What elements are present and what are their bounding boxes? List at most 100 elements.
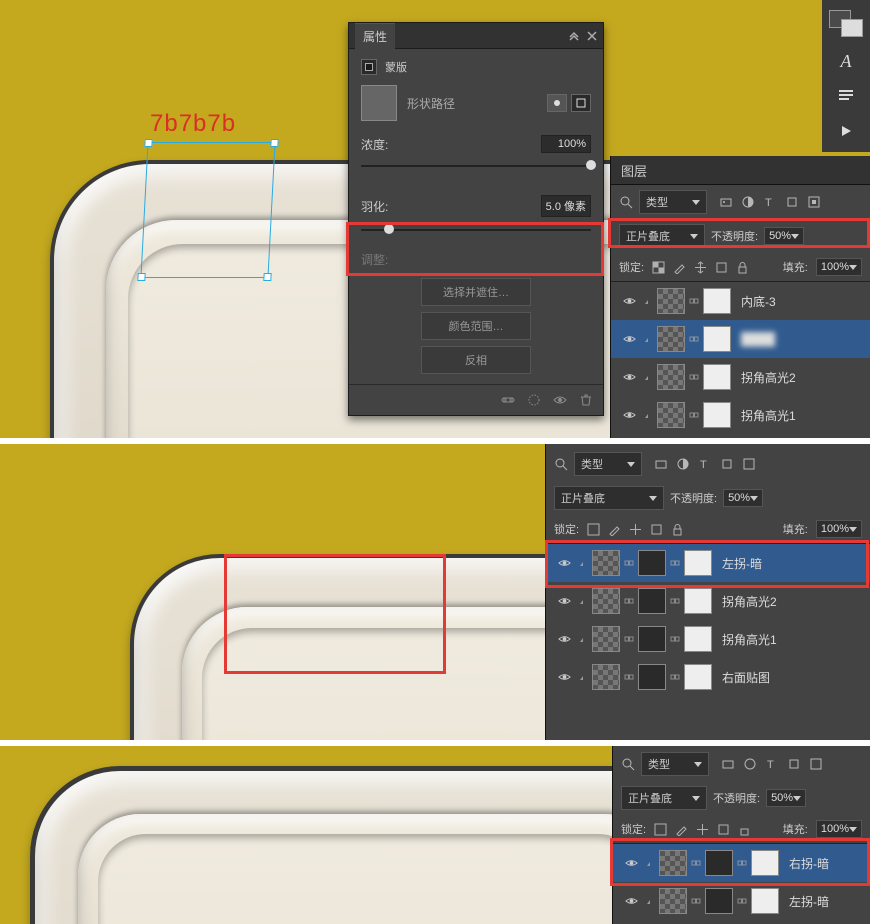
fill-value[interactable]: 100% [816,520,862,538]
trash-icon[interactable] [579,393,593,407]
filter-shape-icon[interactable] [785,195,799,209]
opacity-value[interactable]: 50% [723,489,763,507]
visibility-toggle[interactable] [554,672,574,682]
fill-value[interactable]: 100% [816,820,862,838]
opacity-value[interactable]: 50% [764,227,804,245]
density-value[interactable]: 100% [541,135,591,153]
search-icon[interactable] [554,457,568,471]
collapse-icon[interactable] [569,31,579,41]
lock-all-icon[interactable] [671,523,684,536]
visibility-icon[interactable] [553,393,567,407]
visibility-toggle[interactable] [619,334,639,344]
filter-adjust-icon[interactable] [676,457,690,471]
lock-paint-icon[interactable] [675,823,688,836]
lock-trans-icon[interactable] [587,523,600,536]
filter-adjust-icon[interactable] [741,195,755,209]
search-icon[interactable] [619,195,633,209]
layer-mask-thumb [703,402,731,428]
density-slider[interactable] [361,157,591,173]
transform-selection[interactable] [140,142,275,278]
lock-artboard-icon[interactable] [650,523,663,536]
clip-indicator [643,334,653,344]
color-range-button[interactable]: 颜色范围… [421,312,531,340]
visibility-toggle[interactable] [554,596,574,606]
layers-tab[interactable]: 图层 [611,156,870,185]
filter-shape-icon[interactable] [720,457,734,471]
layer-row[interactable]: 左拐-暗 [546,544,870,582]
layer-mask-thumb [751,850,779,876]
filter-kind-select[interactable]: 类型 [639,190,707,214]
lock-trans-icon[interactable] [654,823,667,836]
lock-paint-icon[interactable] [608,523,621,536]
opacity-value[interactable]: 50% [766,789,806,807]
filter-shape-icon[interactable] [787,757,801,771]
link-icon[interactable] [501,393,515,407]
layer-row[interactable]: 右拐-暗 [613,844,870,882]
filter-type-icon[interactable]: T [763,195,777,209]
lock-paint-icon[interactable] [673,261,686,274]
lock-artboard-icon[interactable] [717,823,730,836]
blend-mode-select[interactable]: 正片叠底 [621,786,707,810]
feather-slider[interactable] [361,221,591,237]
filter-smart-icon[interactable] [809,757,823,771]
filter-kind-select[interactable]: 类型 [641,752,709,776]
filter-adjust-icon[interactable] [743,757,757,771]
filter-pixel-icon[interactable] [719,195,733,209]
visibility-toggle[interactable] [621,858,641,868]
properties-tab[interactable]: 属性 [355,23,395,49]
visibility-toggle[interactable] [619,296,639,306]
search-icon[interactable] [621,757,635,771]
layer-row[interactable]: 拐角高光1 [611,396,870,434]
load-selection-icon[interactable] [527,393,541,407]
blend-mode-select[interactable]: 正片叠底 [554,486,664,510]
svg-text:T: T [767,759,774,771]
filter-pixel-icon[interactable] [721,757,735,771]
filter-type-icon[interactable]: T [698,457,712,471]
pixel-mask-toggle[interactable] [547,94,567,112]
select-and-mask-button[interactable]: 选择并遮住… [421,278,531,306]
color-swatches[interactable] [829,10,863,37]
fill-value[interactable]: 100% [816,258,862,276]
layer-mask-thumb [703,326,731,352]
layer-name: 右拐-暗 [789,855,829,872]
filter-type-icon[interactable]: T [765,757,779,771]
visibility-toggle[interactable] [619,372,639,382]
character-panel-icon[interactable]: A [834,51,858,72]
vector-mask-toggle[interactable] [571,94,591,112]
visibility-toggle[interactable] [619,410,639,420]
paragraph-panel-icon[interactable] [834,86,858,107]
lock-all-icon[interactable] [738,823,751,836]
lock-trans-icon[interactable] [652,261,665,274]
layer-row[interactable]: 拐角高光1 [546,620,870,658]
filter-smart-icon[interactable] [742,457,756,471]
lock-position-icon[interactable] [629,523,642,536]
filter-kind-select[interactable]: 类型 [574,452,642,476]
layer-fill-thumb [638,588,666,614]
play-icon[interactable] [834,121,858,142]
layer-thumb [659,850,687,876]
visibility-toggle[interactable] [554,558,574,568]
layer-row[interactable]: 右面贴图 [546,658,870,696]
lock-artboard-icon[interactable] [715,261,728,274]
blend-mode-select[interactable]: 正片叠底 [619,224,705,248]
filter-smart-icon[interactable] [807,195,821,209]
layer-name: 内底-3 [741,293,776,310]
layer-row[interactable]: ████ [611,320,870,358]
visibility-toggle[interactable] [554,634,574,644]
mask-title: 蒙版 [385,59,407,75]
feather-value[interactable]: 5.0 像素 [541,195,591,217]
lock-position-icon[interactable] [694,261,707,274]
visibility-toggle[interactable] [621,896,641,906]
layer-row[interactable]: 内底-3 [611,282,870,320]
filter-pixel-icon[interactable] [654,457,668,471]
invert-button[interactable]: 反相 [421,346,531,374]
layer-row[interactable]: 拐角高光2 [611,358,870,396]
layer-mask-thumb [751,888,779,914]
lock-position-icon[interactable] [696,823,709,836]
layer-row[interactable]: 左拐-暗 [613,882,870,920]
close-icon[interactable] [587,31,597,41]
adjust-label: 调整: [361,251,591,268]
layer-row[interactable]: 拐角高光2 [546,582,870,620]
clip-indicator [578,596,588,606]
lock-all-icon[interactable] [736,261,749,274]
